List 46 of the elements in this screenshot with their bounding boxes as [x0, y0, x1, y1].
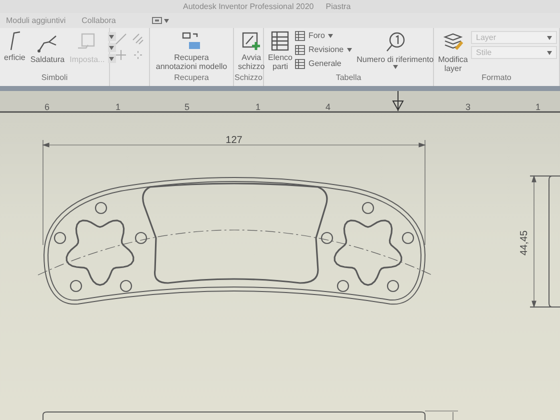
ribbon-button[interactable]: Modifica layer — [436, 28, 470, 73]
ribbon-button[interactable]: Foro — [295, 31, 352, 41]
panel-label: Simboli — [41, 72, 68, 84]
dimension-text: 127 — [226, 135, 242, 146]
dimension-text: 44,45 — [519, 230, 530, 256]
table-icon — [295, 59, 306, 69]
ribbon-button[interactable]: Numero di riferimento — [352, 28, 438, 69]
panel-label: Schizzo — [234, 72, 262, 84]
ribbon-button[interactable]: erficie — [2, 28, 28, 62]
zone-label: 1 — [116, 102, 120, 112]
parts-list-icon — [271, 31, 290, 51]
caret-icon — [392, 65, 398, 69]
caret-icon — [328, 34, 333, 38]
panel-label: Formato — [482, 72, 512, 84]
zone-label: 1 — [256, 102, 260, 112]
caret-icon — [346, 48, 352, 52]
app-title: Autodesk Inventor Professional 2020 — [183, 0, 314, 12]
caret-icon — [109, 56, 114, 60]
balloon-icon — [384, 31, 406, 53]
caret-icon — [109, 46, 114, 50]
zone-label: 3 — [466, 102, 470, 112]
zone-label: 1 — [536, 102, 540, 112]
curve-icon — [10, 31, 20, 51]
layers-icon — [442, 31, 464, 53]
zone-label: 5 — [184, 102, 190, 112]
caret-icon — [547, 50, 552, 54]
zone-label: 6 — [44, 102, 50, 112]
panel-label: Recupera — [174, 72, 209, 84]
table-icon — [295, 45, 306, 55]
ribbon-button[interactable]: Saldatura — [28, 28, 67, 64]
retrieve-annotations-icon — [182, 31, 202, 51]
panel-label: Tabella — [336, 72, 362, 84]
table-icon — [295, 31, 306, 41]
caret-icon — [109, 34, 114, 38]
ribbon-button[interactable]: Recupera annotazioni modello — [152, 28, 231, 71]
tab-options-icon[interactable] — [152, 17, 169, 24]
ribbon-button[interactable]: Elenco parti — [266, 28, 294, 71]
zone-label: 4 — [326, 102, 330, 112]
caret-icon — [547, 36, 552, 40]
ribbon-button[interactable]: Revisione — [295, 45, 352, 55]
caret-icon — [164, 18, 169, 22]
ribbon-button[interactable]: Avvia schizzo — [236, 28, 267, 71]
sketch-plus-icon — [241, 31, 262, 51]
center-mark-icon — [392, 91, 404, 112]
ribbon-button[interactable]: Generale — [295, 59, 352, 69]
document-title: Piastra — [326, 0, 351, 12]
